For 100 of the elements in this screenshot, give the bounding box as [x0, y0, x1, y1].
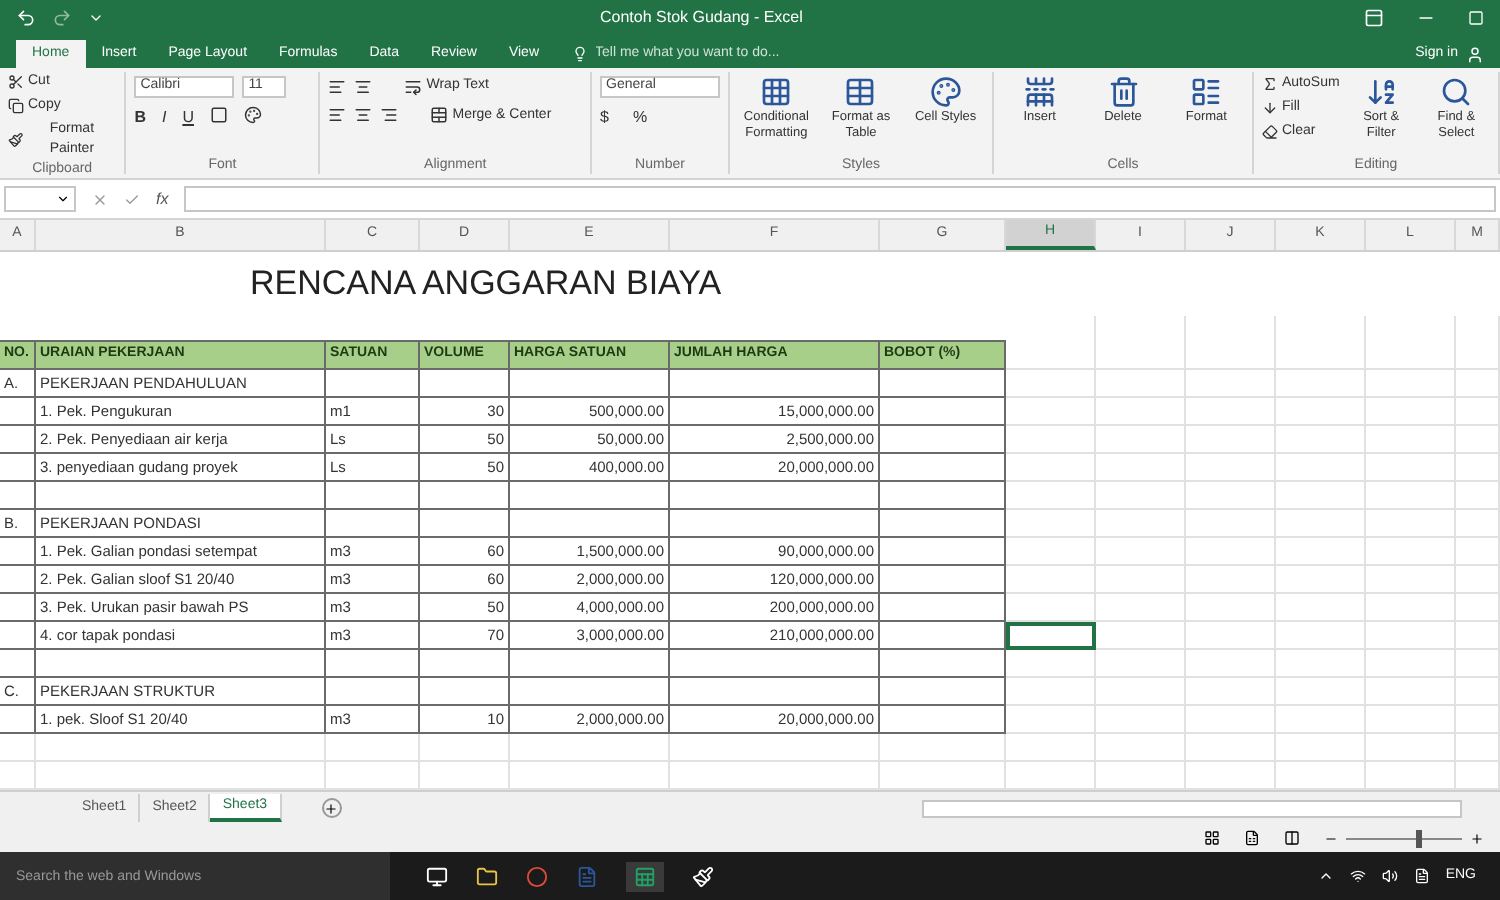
empty-cell — [0, 454, 36, 482]
empty-cell — [1366, 398, 1456, 426]
empty-cell — [1366, 622, 1456, 650]
empty-cell — [1096, 706, 1186, 734]
empty-cell — [1186, 538, 1276, 566]
empty-cell — [0, 566, 36, 594]
volume-icon — [1381, 868, 1398, 884]
empty-cell — [1006, 454, 1096, 482]
eraser-icon — [1262, 124, 1278, 140]
empty-cell — [1276, 482, 1366, 510]
empty-cell — [1276, 678, 1366, 706]
empty-cell — [1186, 594, 1276, 622]
empty-cell — [1366, 482, 1456, 510]
number-format-button[interactable]: $ — [600, 106, 609, 130]
empty-cell — [1456, 678, 1500, 706]
wrap-text-icon — [404, 77, 423, 96]
empty-cell — [1006, 482, 1096, 510]
empty-cell — [1186, 398, 1276, 426]
empty-cell — [420, 734, 510, 762]
empty-cell — [1456, 510, 1500, 538]
copy-icon — [8, 98, 24, 114]
horizontal-scrollbar[interactable] — [921, 799, 1462, 817]
selected-cell[interactable] — [1006, 622, 1096, 650]
empty-cell — [1366, 538, 1456, 566]
formula-input[interactable] — [184, 186, 1496, 212]
empty-cell — [1006, 398, 1096, 426]
border-icon — [209, 106, 228, 124]
empty-cell — [1096, 482, 1186, 510]
empty-cell — [880, 510, 1006, 538]
empty-cell — [1096, 340, 1186, 370]
empty-cell — [1456, 482, 1500, 510]
empty-cell — [1006, 706, 1096, 734]
empty-cell — [880, 566, 1006, 594]
empty-cell — [880, 454, 1006, 482]
empty-cell — [1096, 510, 1186, 538]
empty-cell — [1456, 734, 1500, 762]
font-style-button[interactable]: B — [134, 106, 146, 130]
trash-icon — [1107, 76, 1139, 108]
empty-cell — [1006, 678, 1096, 706]
empty-cell — [1186, 734, 1276, 762]
ribbon-display-icon — [1364, 8, 1384, 28]
empty-cell — [1456, 566, 1500, 594]
empty-cell — [1186, 340, 1276, 370]
empty-cell — [1096, 566, 1186, 594]
table-icon — [844, 76, 877, 108]
normal-view-icon — [1204, 830, 1220, 846]
empty-cell — [1276, 734, 1366, 762]
zoom-thumb[interactable] — [1415, 829, 1422, 847]
empty-cell — [1096, 594, 1186, 622]
empty-cell — [1456, 622, 1500, 650]
empty-cell — [0, 398, 36, 426]
empty-cell — [1366, 426, 1456, 454]
empty-cell — [326, 650, 420, 678]
window-title: Contoh Stok Gudang - Excel — [600, 6, 803, 30]
palette-icon — [929, 76, 962, 108]
redo-icon — [52, 8, 72, 28]
zoom-in-icon — [1470, 831, 1484, 845]
number-format-button[interactable]: % — [632, 106, 648, 130]
empty-cell — [1366, 370, 1456, 398]
merge-icon — [430, 106, 449, 125]
empty-cell — [1456, 340, 1500, 370]
empty-cell — [326, 510, 420, 538]
empty-cell — [1276, 538, 1366, 566]
empty-cell — [0, 734, 36, 762]
empty-cell — [0, 594, 36, 622]
empty-cell — [880, 678, 1006, 706]
user-icon — [1466, 45, 1484, 63]
empty-cell — [0, 650, 36, 678]
empty-cell — [1006, 538, 1096, 566]
excel-taskbar-button[interactable] — [626, 861, 664, 891]
notification-icon — [1413, 868, 1430, 884]
sheet-title: RENCANA ANGGARAN BIAYA — [250, 262, 722, 307]
empty-cell — [1186, 678, 1276, 706]
empty-cell — [1096, 538, 1186, 566]
empty-cell — [1456, 538, 1500, 566]
empty-cell — [326, 482, 420, 510]
empty-cell — [420, 482, 510, 510]
font-style-button[interactable]: U — [182, 106, 194, 130]
empty-cell — [1186, 510, 1276, 538]
empty-cell — [0, 426, 36, 454]
empty-cell — [1096, 734, 1186, 762]
empty-cell — [0, 622, 36, 650]
empty-cell — [1366, 340, 1456, 370]
empty-cell — [1006, 370, 1096, 398]
empty-cell — [1186, 426, 1276, 454]
empty-cell — [880, 594, 1006, 622]
empty-cell — [1276, 510, 1366, 538]
font-style-button[interactable]: I — [161, 106, 167, 130]
list-icon — [1190, 76, 1223, 108]
align-top-icon — [328, 77, 347, 96]
empty-cell — [1366, 706, 1456, 734]
empty-cell — [880, 538, 1006, 566]
empty-cell — [1006, 566, 1096, 594]
empty-cell — [1096, 622, 1186, 650]
sort-icon — [1365, 76, 1398, 108]
add-sheet-button[interactable] — [321, 798, 342, 818]
insert-function-label[interactable]: fx — [156, 187, 169, 211]
empty-cell — [420, 650, 510, 678]
empty-cell — [1366, 566, 1456, 594]
empty-cell — [880, 370, 1006, 398]
